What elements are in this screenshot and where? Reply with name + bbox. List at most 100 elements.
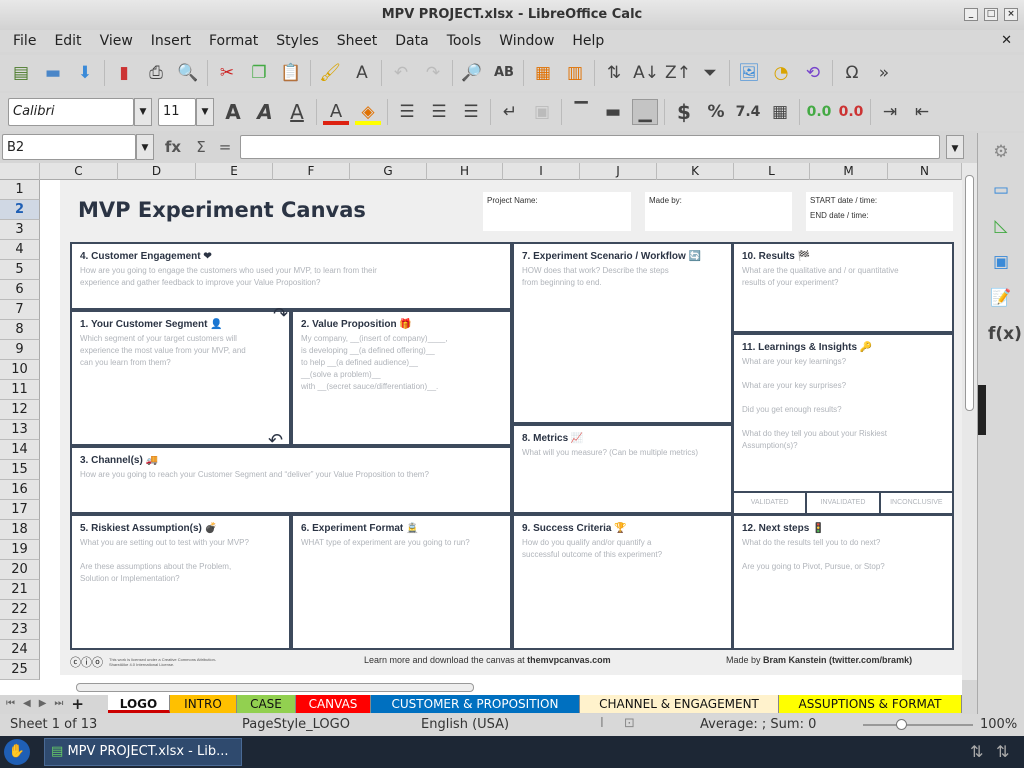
pivot-table-icon[interactable]: ⟲ [800,60,826,86]
footer-site-link[interactable]: themvpcanvas.com [527,655,611,665]
align-middle-icon[interactable]: ▬ [600,99,626,125]
export-pdf-icon[interactable]: ▮ [111,60,137,86]
row-header-14[interactable]: 14 [0,440,40,460]
sheet-tab-intro[interactable]: INTRO [170,695,237,713]
formula-expand-button[interactable]: ▼ [946,135,964,159]
column-icon[interactable]: ▥ [562,60,588,86]
row-header-16[interactable]: 16 [0,480,40,500]
row-header-25[interactable]: 25 [0,660,40,680]
sheet-tab-canvas[interactable]: CANVAS [296,695,371,713]
sort-ascending-icon[interactable]: A↓ [633,60,659,86]
row-header-20[interactable]: 20 [0,560,40,580]
row-header-13[interactable]: 13 [0,420,40,440]
first-sheet-icon[interactable]: ⏮ [6,695,15,713]
row-header-4[interactable]: 4 [0,240,40,260]
save-icon[interactable]: ⬇ [72,60,98,86]
row-header-9[interactable]: 9 [0,340,40,360]
column-header-D[interactable]: D [118,163,196,180]
column-header-L[interactable]: L [734,163,810,180]
undo-icon[interactable]: ↶ [388,60,414,86]
copy-icon[interactable]: ❐ [246,60,272,86]
row-header-21[interactable]: 21 [0,580,40,600]
spelling-icon[interactable]: AB [491,60,517,86]
taskbar-app-button[interactable]: ▤ MPV PROJECT.xlsx - Lib... [44,738,242,766]
styles-icon[interactable]: ▭ [988,177,1014,203]
name-box[interactable]: B2 [2,134,136,160]
font-name-input[interactable]: Calibri [8,98,134,126]
row-header-22[interactable]: 22 [0,600,40,620]
formula-input[interactable] [240,135,940,159]
row-header-15[interactable]: 15 [0,460,40,480]
menu-styles[interactable]: Styles [267,30,327,52]
sheet-tab-assuptions-format[interactable]: ASSUPTIONS & FORMAT [779,695,962,713]
row-icon[interactable]: ▦ [530,60,556,86]
font-size-dropdown[interactable]: ▼ [196,98,214,126]
delete-decimal-icon[interactable]: 0.0 [838,99,864,125]
add-decimal-icon[interactable]: 0.0 [806,99,832,125]
align-right-icon[interactable]: ☰ [458,99,484,125]
underline-icon[interactable]: A [284,99,310,125]
row-header-3[interactable]: 3 [0,220,40,240]
settings-icon[interactable]: ⚙ [988,139,1014,165]
clear-formatting-icon[interactable]: A [349,60,375,86]
column-header-M[interactable]: M [810,163,888,180]
font-color-icon[interactable]: A [323,99,349,125]
insert-mode-icon[interactable]: I [600,716,604,731]
menu-sheet[interactable]: Sheet [328,30,386,52]
maximize-button[interactable]: □ [984,8,998,21]
row-header-18[interactable]: 18 [0,520,40,540]
row-header-11[interactable]: 11 [0,380,40,400]
insert-image-icon[interactable]: 🖼 [736,60,762,86]
name-box-dropdown[interactable]: ▼ [136,134,154,160]
column-header-C[interactable]: C [40,163,118,180]
increase-indent-icon[interactable]: ⇥ [877,99,903,125]
sort-icon[interactable]: ⇅ [601,60,627,86]
row-header-24[interactable]: 24 [0,640,40,660]
gallery-icon[interactable]: ▣ [988,249,1014,275]
currency-icon[interactable]: $ [671,99,697,125]
navigator-icon[interactable]: ◺ [988,213,1014,239]
merge-cells-icon[interactable]: ▣ [529,99,555,125]
row-header-1[interactable]: 1 [0,180,40,200]
clone-formatting-icon[interactable]: 🖌 [317,60,343,86]
zoom-slider[interactable] [863,719,973,730]
close-document-icon[interactable]: ✕ [1001,30,1012,52]
wrap-text-icon[interactable]: ↵ [497,99,523,125]
row-header-8[interactable]: 8 [0,320,40,340]
selection-mode-icon[interactable]: ⊡ [624,716,635,731]
insert-chart-icon[interactable]: ◔ [768,60,794,86]
add-sheet-icon[interactable]: + [71,695,84,713]
close-button[interactable]: × [1004,8,1018,21]
print-preview-icon[interactable]: 🔍 [175,60,201,86]
menu-data[interactable]: Data [386,30,437,52]
row-header-6[interactable]: 6 [0,280,40,300]
date-format-icon[interactable]: ▦ [767,99,793,125]
column-header-E[interactable]: E [196,163,273,180]
last-sheet-icon[interactable]: ⏭ [54,695,63,713]
column-header-H[interactable]: H [427,163,503,180]
autofilter-icon[interactable]: ⏷ [697,60,723,86]
menu-insert[interactable]: Insert [142,30,200,52]
number-format-icon[interactable]: 7.4 [735,99,761,125]
more-icon[interactable]: » [871,60,897,86]
font-size-input[interactable]: 11 [158,98,196,126]
menu-tools[interactable]: Tools [438,30,491,52]
find-replace-icon[interactable]: 🔎 [459,60,485,86]
align-left-icon[interactable]: ☰ [394,99,420,125]
align-top-icon[interactable]: ▔ [568,99,594,125]
prev-sheet-icon[interactable]: ◀ [23,695,31,713]
italic-icon[interactable]: A [252,99,278,125]
functions-icon[interactable]: f(x) [988,321,1022,347]
bold-icon[interactable]: A [220,99,246,125]
sidebar-collapse-handle[interactable] [978,385,986,435]
row-header-2[interactable]: 2 [0,200,40,220]
row-header-7[interactable]: 7 [0,300,40,320]
menu-edit[interactable]: Edit [45,30,90,52]
sheet-tab-case[interactable]: CASE [237,695,296,713]
next-sheet-icon[interactable]: ▶ [39,695,47,713]
zoom-slider-thumb[interactable] [896,719,907,730]
horizontal-scroll-thumb[interactable] [76,683,474,692]
column-header-G[interactable]: G [350,163,427,180]
paste-icon[interactable]: 📋 [278,60,304,86]
row-header-10[interactable]: 10 [0,360,40,380]
